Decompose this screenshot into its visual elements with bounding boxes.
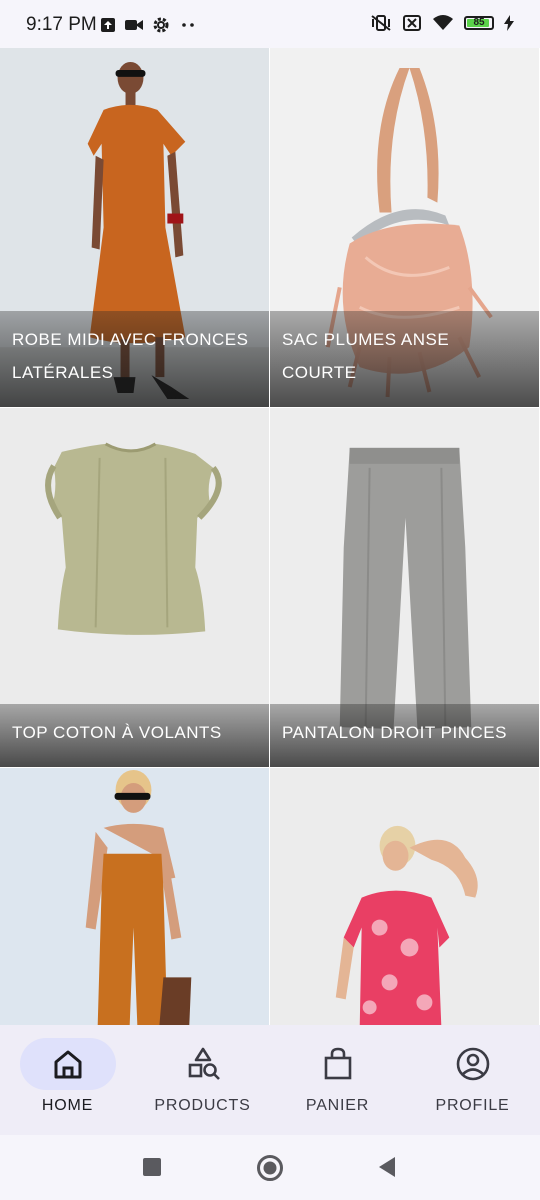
more-dots-icon <box>182 23 194 27</box>
product-title: PANTALON DROIT PINCES <box>270 704 539 767</box>
product-grid: ROBE MIDI AVEC FRONCES LATÉRALES SAC PLU… <box>0 48 540 1025</box>
video-camera-icon <box>125 20 143 30</box>
battery-icon: 85 <box>464 16 494 30</box>
recents-square-icon[interactable] <box>141 1156 163 1178</box>
system-navigation-bar <box>0 1135 540 1200</box>
status-system: 85 <box>370 14 514 32</box>
back-triangle-icon[interactable] <box>376 1155 398 1179</box>
charging-bolt-icon <box>504 15 514 31</box>
shopping-bag-icon <box>324 1047 351 1080</box>
product-card[interactable]: TOP COTON À VOLANTS <box>0 408 270 768</box>
no-sim-icon <box>403 15 421 31</box>
product-title: SAC PLUMES ANSE COURTE <box>270 311 539 407</box>
nav-label-profile: PROFILE <box>435 1097 510 1114</box>
product-image-pink-floral-dress <box>270 768 539 1025</box>
product-title: ROBE MIDI AVEC FRONCES LATÉRALES <box>0 311 269 407</box>
nav-item-home[interactable]: HOME <box>0 1025 135 1135</box>
nav-label-panier: PANIER <box>305 1097 370 1114</box>
product-image-orange-jumpsuit <box>0 768 269 1025</box>
product-card[interactable]: PANTALON DROIT PINCES <box>270 408 540 768</box>
wifi-icon <box>433 15 453 30</box>
product-title: TOP COTON À VOLANTS <box>0 704 269 767</box>
nav-item-profile[interactable]: PROFILE <box>405 1025 540 1135</box>
vibrate-off-icon <box>371 15 391 31</box>
nav-label-products: PRODUCTS <box>154 1097 251 1114</box>
nav-label-home: HOME <box>41 1097 94 1114</box>
status-notifications <box>100 16 198 34</box>
account-circle-icon <box>456 1047 489 1081</box>
upload-icon <box>101 18 115 32</box>
product-card[interactable]: SAC PLUMES ANSE COURTE <box>270 48 540 408</box>
battery-level: 85 <box>473 17 485 28</box>
product-card[interactable] <box>0 768 270 1025</box>
nav-item-panier[interactable]: PANIER <box>270 1025 405 1135</box>
status-bar: 9:17 PM 85 <box>0 0 540 48</box>
bottom-navigation: HOME PRODUCTS PANIER PROFILE <box>0 1025 540 1135</box>
nav-item-products[interactable]: PRODUCTS <box>135 1025 270 1135</box>
home-circle-icon[interactable] <box>256 1154 284 1182</box>
shapes-search-icon <box>188 1047 220 1080</box>
home-icon <box>54 1050 81 1079</box>
status-time: 9:17 PM <box>26 14 97 35</box>
product-card[interactable]: ROBE MIDI AVEC FRONCES LATÉRALES <box>0 48 270 408</box>
settings-gear-icon <box>153 17 169 33</box>
product-card[interactable] <box>270 768 540 1025</box>
